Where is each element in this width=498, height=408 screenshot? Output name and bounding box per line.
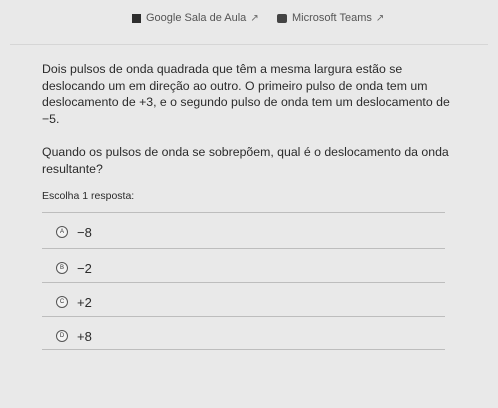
microsoft-teams-icon: [277, 13, 287, 23]
external-link-icon: ↗: [250, 12, 259, 24]
option-value: −2: [77, 260, 92, 276]
option-letter-badge: A: [56, 226, 68, 238]
header-divider: [10, 44, 488, 45]
option-divider: [42, 248, 445, 249]
google-classroom-icon: [132, 13, 141, 23]
option-letter-badge: B: [56, 262, 68, 274]
answer-option-b[interactable]: B −2: [44, 255, 444, 281]
microsoft-teams-link[interactable]: Microsoft Teams ↗: [277, 12, 384, 24]
question-prompt: Quando os pulsos de onda se sobrepõem, q…: [42, 145, 449, 176]
top-links-bar: Google Sala de Aula ↗ Microsoft Teams ↗: [0, 0, 498, 44]
option-divider: [42, 282, 445, 283]
option-divider: [42, 316, 445, 317]
option-value: +2: [77, 294, 92, 310]
question-text: Dois pulsos de onda quadrada que têm a m…: [42, 62, 450, 126]
answer-instruction: Escolha 1 resposta:: [42, 190, 135, 202]
option-divider: [42, 349, 445, 350]
option-letter-badge: D: [56, 330, 68, 342]
microsoft-teams-label: Microsoft Teams: [292, 12, 372, 24]
external-link-icon: ↗: [375, 12, 385, 24]
option-value: +8: [77, 328, 92, 344]
google-classroom-link[interactable]: Google Sala de Aula ↗: [132, 12, 259, 24]
option-value: −8: [77, 224, 92, 240]
answer-option-c[interactable]: C +2: [44, 289, 444, 315]
answer-option-a[interactable]: A −8: [44, 219, 444, 245]
answer-option-d[interactable]: D +8: [44, 323, 444, 349]
option-letter-badge: C: [56, 296, 68, 308]
google-classroom-label: Google Sala de Aula: [146, 12, 247, 24]
option-divider: [42, 212, 445, 213]
